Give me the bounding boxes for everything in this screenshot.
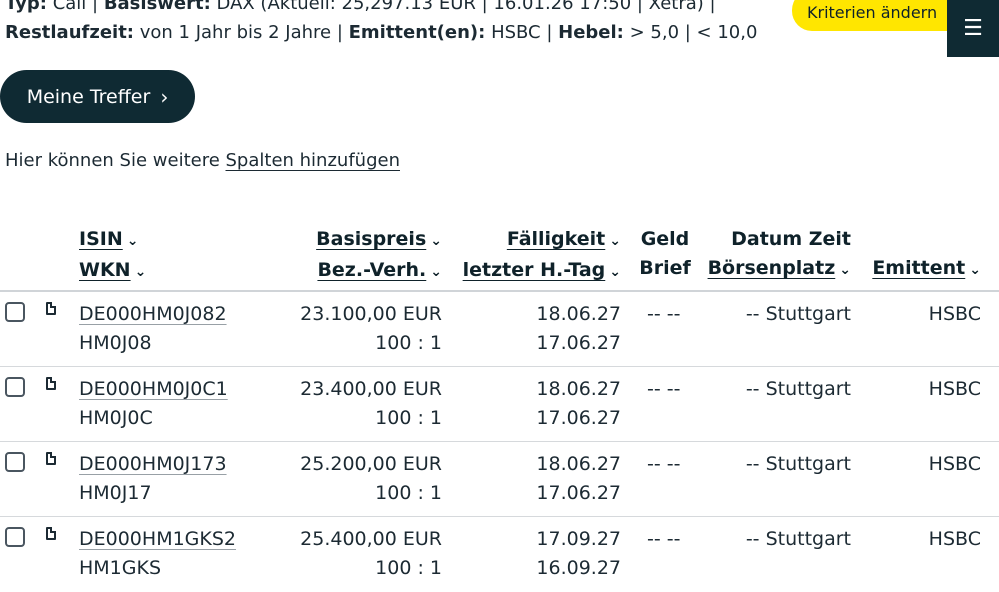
datetime-exchange-value: -- Stuttgart xyxy=(745,378,851,400)
hint-text: Hier können Sie weitere xyxy=(5,150,226,171)
ratio-value: 100 : 1 xyxy=(375,557,442,579)
document-icon[interactable] xyxy=(46,302,56,315)
my-hits-button[interactable]: Meine Treffer › xyxy=(0,70,195,123)
chevron-right-icon: › xyxy=(160,84,169,109)
header-exchange[interactable]: Börsenplatz xyxy=(708,257,836,279)
table-row: DE000HM0J0C1 HM0J0C 23.400,00 EUR 100 : 1 … xyxy=(0,367,999,442)
datetime-exchange-value: -- Stuttgart xyxy=(745,453,851,475)
header-bid: Geld xyxy=(640,228,690,250)
strike-value: 23.100,00 EUR xyxy=(300,303,442,325)
strike-value: 23.400,00 EUR xyxy=(300,378,442,400)
ratio-value: 100 : 1 xyxy=(375,407,442,429)
maturity-value: 17.09.27 xyxy=(536,528,621,550)
header-strike-ratio[interactable]: Basispreis ⌄ Bez.-Verh. ⌄ xyxy=(316,225,442,287)
criteria-line-1: Typ: Call | Basiswert: DAX (Aktuell: 25,… xyxy=(5,0,716,18)
header-bid-ask: Geld Brief xyxy=(637,225,693,283)
sort-chevron-icon: ⌄ xyxy=(969,262,981,278)
wkn-value: HM1GKS xyxy=(79,557,162,579)
isin-link[interactable]: DE000HM0J082 xyxy=(79,303,227,325)
isin-link[interactable]: DE000HM0J173 xyxy=(79,453,227,475)
my-hits-label: Meine Treffer xyxy=(26,85,151,108)
wkn-value: HM0J08 xyxy=(79,332,152,354)
row-checkbox[interactable] xyxy=(5,377,25,397)
issuer-value: HSBC xyxy=(928,303,981,325)
isin-link[interactable]: DE000HM0J0C1 xyxy=(79,378,228,400)
header-datetime: Datum Zeit xyxy=(731,228,851,250)
sort-chevron-icon: ⌄ xyxy=(430,264,442,280)
criteria-value-remaining-term: von 1 Jahr bis 2 Jahre | xyxy=(134,22,349,43)
criteria-label-remaining-term: Restlaufzeit: xyxy=(5,22,135,43)
menu-button[interactable]: ☰ xyxy=(947,0,999,57)
criteria-label-type: Typ: xyxy=(5,0,47,14)
strike-value: 25.400,00 EUR xyxy=(300,528,442,550)
criteria-label-leverage: Hebel: xyxy=(558,22,624,43)
bid-ask-value: -- -- xyxy=(647,453,681,475)
maturity-value: 18.06.27 xyxy=(536,378,621,400)
header-last-trade[interactable]: letzter H.-Tag xyxy=(463,259,606,281)
document-icon[interactable] xyxy=(46,377,56,390)
header-isin[interactable]: ISIN xyxy=(79,228,123,250)
change-criteria-button[interactable]: Kriterien ändern xyxy=(792,0,967,31)
last-trade-value: 17.06.27 xyxy=(536,332,621,354)
header-issuer[interactable]: Emittent xyxy=(872,257,965,279)
criteria-line-2: Restlaufzeit: von 1 Jahr bis 2 Jahre | E… xyxy=(5,19,757,47)
header-datetime-exchange[interactable]: Datum Zeit Börsenplatz ⌄ xyxy=(708,225,851,285)
maturity-value: 18.06.27 xyxy=(536,303,621,325)
criteria-value-underlying: DAX (Aktuell: 25,297.13 EUR | 16.01.26 1… xyxy=(210,0,716,14)
row-checkbox[interactable] xyxy=(5,452,25,472)
header-ask: Brief xyxy=(639,257,691,279)
document-icon[interactable] xyxy=(46,452,56,465)
isin-link[interactable]: DE000HM1GKS2 xyxy=(79,528,236,550)
ratio-value: 100 : 1 xyxy=(375,482,442,504)
header-strike[interactable]: Basispreis xyxy=(316,228,426,250)
row-checkbox[interactable] xyxy=(5,527,25,547)
wkn-value: HM0J17 xyxy=(79,482,152,504)
criteria-value-leverage: > 5,0 | < 10,0 xyxy=(623,22,758,43)
sort-chevron-icon: ⌄ xyxy=(430,233,442,249)
document-icon[interactable] xyxy=(46,527,56,540)
sort-chevron-icon: ⌄ xyxy=(126,233,139,249)
last-trade-value: 17.06.27 xyxy=(536,482,621,504)
criteria-label-issuer: Emittent(en): xyxy=(348,22,486,43)
maturity-value: 18.06.27 xyxy=(536,453,621,475)
issuer-value: HSBC xyxy=(928,528,981,550)
issuer-value: HSBC xyxy=(928,378,981,400)
wkn-value: HM0J0C xyxy=(79,407,153,429)
bid-ask-value: -- -- xyxy=(647,378,681,400)
header-ratio[interactable]: Bez.-Verh. xyxy=(317,259,426,281)
add-columns-link[interactable]: Spalten hinzufügen xyxy=(226,150,400,171)
bid-ask-value: -- -- xyxy=(647,528,681,550)
sort-chevron-icon: ⌄ xyxy=(609,233,621,249)
datetime-exchange-value: -- Stuttgart xyxy=(745,303,851,325)
ratio-value: 100 : 1 xyxy=(375,332,442,354)
bid-ask-value: -- -- xyxy=(647,303,681,325)
criteria-value-issuer: HSBC | xyxy=(485,22,559,43)
change-criteria-label: Kriterien ändern xyxy=(807,3,938,22)
sort-chevron-icon: ⌄ xyxy=(134,264,147,280)
header-isin-wkn[interactable]: ISIN ⌄ WKN ⌄ xyxy=(79,225,146,287)
strike-value: 25.200,00 EUR xyxy=(300,453,442,475)
table-row: DE000HM0J082 HM0J08 23.100,00 EUR 100 : 1 … xyxy=(0,292,999,367)
hamburger-icon: ☰ xyxy=(963,16,983,41)
header-issuer-cell[interactable]: Emittent ⌄ xyxy=(872,254,981,285)
table-row: DE000HM0J173 HM0J17 25.200,00 EUR 100 : 1 … xyxy=(0,442,999,517)
last-trade-value: 16.09.27 xyxy=(536,557,621,579)
row-checkbox[interactable] xyxy=(5,302,25,322)
issuer-value: HSBC xyxy=(928,453,981,475)
table-row: DE000HM1GKS2 HM1GKS 25.400,00 EUR 100 : 1 … xyxy=(0,517,999,592)
header-maturity-last-trade[interactable]: Fälligkeit ⌄ letzter H.-Tag ⌄ xyxy=(463,225,621,287)
criteria-label-underlying: Basiswert: xyxy=(103,0,211,14)
criteria-value-type: Call | xyxy=(46,0,104,14)
header-wkn[interactable]: WKN xyxy=(79,259,131,281)
sort-chevron-icon: ⌄ xyxy=(609,264,621,280)
sort-chevron-icon: ⌄ xyxy=(839,262,851,278)
add-columns-hint: Hier können Sie weitere Spalten hinzufüg… xyxy=(5,150,400,171)
last-trade-value: 17.06.27 xyxy=(536,407,621,429)
header-maturity[interactable]: Fälligkeit xyxy=(507,228,605,250)
datetime-exchange-value: -- Stuttgart xyxy=(745,528,851,550)
